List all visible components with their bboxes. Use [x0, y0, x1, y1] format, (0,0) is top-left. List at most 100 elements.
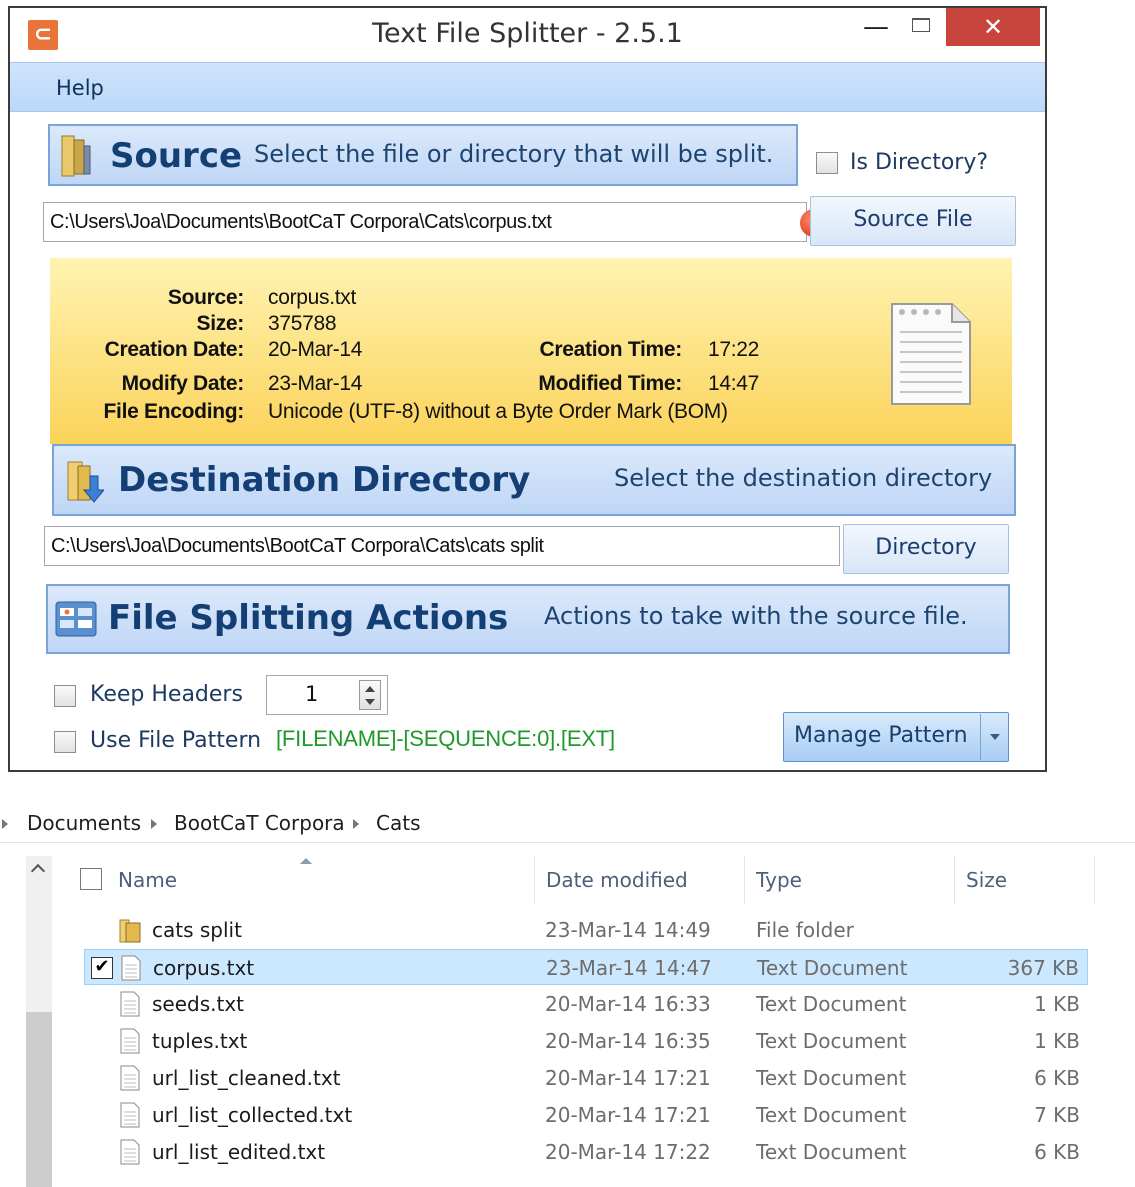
breadcrumb-bootcat-corpora[interactable]: BootCaT Corpora	[174, 811, 345, 835]
settings-panel-icon	[55, 601, 97, 637]
file-info-panel: Source: corpus.txt Size: 375788 Creation…	[50, 258, 1012, 444]
file-row-corpus[interactable]: ✔ corpus.txt 23-Mar-14 14:47 Text Docume…	[84, 949, 1088, 985]
file-date: 20-Mar-14 16:35	[545, 1029, 711, 1053]
file-date: 20-Mar-14 17:21	[545, 1066, 711, 1090]
column-header: Name Date modified Type Size	[60, 856, 1100, 904]
text-file-icon	[120, 1102, 140, 1128]
use-file-pattern-checkbox[interactable]	[54, 731, 76, 753]
text-file-icon	[120, 1139, 140, 1165]
column-name[interactable]: Name	[118, 868, 177, 892]
chevron-right-icon[interactable]	[151, 819, 157, 829]
scroll-up-icon[interactable]	[30, 863, 46, 879]
title-bar[interactable]: ⊂ Text File Splitter - 2.5.1 — ✕	[10, 8, 1045, 62]
stepper-buttons[interactable]	[359, 680, 381, 710]
file-row-url-list-collected[interactable]: url_list_collected.txt 20-Mar-14 17:21 T…	[84, 1097, 1088, 1133]
stepper-value[interactable]: 1	[305, 682, 318, 706]
info-source-label: Source:	[167, 286, 244, 309]
info-modified-time-label: Modified Time:	[538, 372, 682, 395]
text-file-icon	[120, 991, 140, 1017]
column-size[interactable]: Size	[966, 868, 1007, 892]
book-icon	[61, 135, 91, 177]
source-file-button[interactable]: Source File	[810, 196, 1016, 246]
is-directory-checkbox[interactable]	[816, 152, 838, 174]
text-file-icon	[120, 1065, 140, 1091]
destination-subtitle: Select the destination directory	[614, 464, 993, 492]
file-name[interactable]: url_list_collected.txt	[152, 1103, 352, 1127]
file-row-tuples[interactable]: tuples.txt 20-Mar-14 16:35 Text Document…	[84, 1023, 1088, 1059]
column-divider[interactable]	[744, 856, 745, 904]
actions-subtitle: Actions to take with the source file.	[544, 602, 968, 630]
destination-path-input[interactable]: C:\Users\Joa\Documents\BootCaT Corpora\C…	[44, 526, 840, 566]
file-type: Text Document	[757, 956, 908, 980]
breadcrumb-cats[interactable]: Cats	[376, 811, 420, 835]
file-size: 367 KB	[1007, 956, 1079, 980]
file-name[interactable]: cats split	[152, 918, 242, 942]
use-file-pattern-label: Use File Pattern	[90, 728, 262, 753]
maximize-button[interactable]	[900, 8, 940, 48]
close-button[interactable]: ✕	[946, 8, 1040, 46]
stepper-down-icon[interactable]	[365, 699, 375, 705]
column-date-modified[interactable]: Date modified	[546, 868, 688, 892]
keep-headers-label: Keep Headers	[90, 682, 243, 707]
manage-pattern-button[interactable]: Manage Pattern	[783, 712, 1009, 762]
source-subtitle: Select the file or directory that will b…	[254, 140, 774, 168]
directory-button[interactable]: Directory	[843, 524, 1009, 574]
file-name[interactable]: seeds.txt	[152, 992, 244, 1016]
file-size: 1 KB	[1034, 992, 1080, 1016]
folder-icon	[119, 919, 141, 943]
file-row-url-list-cleaned[interactable]: url_list_cleaned.txt 20-Mar-14 17:21 Tex…	[84, 1060, 1088, 1096]
file-row-seeds[interactable]: seeds.txt 20-Mar-14 16:33 Text Document …	[84, 986, 1088, 1022]
stepper-up-icon[interactable]	[365, 686, 375, 692]
scroll-thumb[interactable]	[26, 1012, 52, 1187]
file-date: 20-Mar-14 17:21	[545, 1103, 711, 1127]
info-encoding-value: Unicode (UTF-8) without a Byte Order Mar…	[268, 400, 728, 423]
select-all-checkbox[interactable]	[80, 868, 102, 890]
info-creation-date-value: 20-Mar-14	[268, 338, 363, 361]
file-size: 1 KB	[1034, 1029, 1080, 1053]
minimize-button[interactable]: —	[856, 8, 896, 48]
info-creation-date-label: Creation Date:	[104, 338, 245, 361]
file-type: Text Document	[756, 1103, 907, 1127]
chevron-right-icon[interactable]	[353, 819, 359, 829]
actions-title: File Splitting Actions	[108, 598, 509, 638]
file-type: Text Document	[756, 992, 907, 1016]
column-type[interactable]: Type	[756, 868, 802, 892]
info-modify-date-label: Modify Date:	[121, 372, 245, 395]
manage-pattern-dropdown[interactable]	[980, 714, 1008, 760]
file-date: 20-Mar-14 16:33	[545, 992, 711, 1016]
file-name[interactable]: url_list_edited.txt	[152, 1140, 325, 1164]
info-creation-time-value: 17:22	[708, 338, 760, 361]
file-type: Text Document	[756, 1066, 907, 1090]
source-path-input[interactable]: C:\Users\Joa\Documents\BootCaT Corpora\C…	[43, 202, 807, 242]
actions-header: File Splitting Actions Actions to take w…	[46, 584, 1010, 654]
file-name[interactable]: tuples.txt	[152, 1029, 247, 1053]
file-row-cats-split[interactable]: cats split 23-Mar-14 14:49 File folder	[84, 912, 1088, 948]
keep-headers-stepper[interactable]: 1	[266, 675, 388, 715]
maximize-icon	[912, 18, 930, 32]
column-divider[interactable]	[1094, 856, 1095, 904]
file-name[interactable]: url_list_cleaned.txt	[152, 1066, 341, 1090]
chevron-right-icon	[2, 819, 8, 829]
file-name[interactable]: corpus.txt	[153, 956, 254, 980]
info-size-value: 375788	[268, 312, 337, 335]
file-type: Text Document	[756, 1029, 907, 1053]
file-row-url-list-edited[interactable]: url_list_edited.txt 20-Mar-14 17:22 Text…	[84, 1134, 1088, 1170]
document-icon	[891, 303, 971, 405]
chevron-down-icon	[990, 734, 1000, 740]
menu-help[interactable]: Help	[56, 76, 104, 100]
vertical-scrollbar[interactable]	[26, 856, 52, 1187]
column-divider[interactable]	[954, 856, 955, 904]
column-divider[interactable]	[534, 856, 535, 904]
row-checkbox[interactable]: ✔	[91, 957, 113, 979]
text-file-icon	[121, 955, 141, 981]
file-size: 6 KB	[1034, 1066, 1080, 1090]
source-title: Source	[110, 136, 243, 176]
info-encoding-label: File Encoding:	[103, 400, 245, 423]
text-file-icon	[120, 1028, 140, 1054]
breadcrumb-documents[interactable]: Documents	[27, 811, 141, 835]
file-date: 23-Mar-14 14:47	[546, 956, 712, 980]
keep-headers-checkbox[interactable]	[54, 685, 76, 707]
breadcrumb: Documents BootCaT Corpora Cats	[0, 805, 1135, 843]
file-type: File folder	[756, 918, 854, 942]
info-modified-time-value: 14:47	[708, 372, 760, 395]
